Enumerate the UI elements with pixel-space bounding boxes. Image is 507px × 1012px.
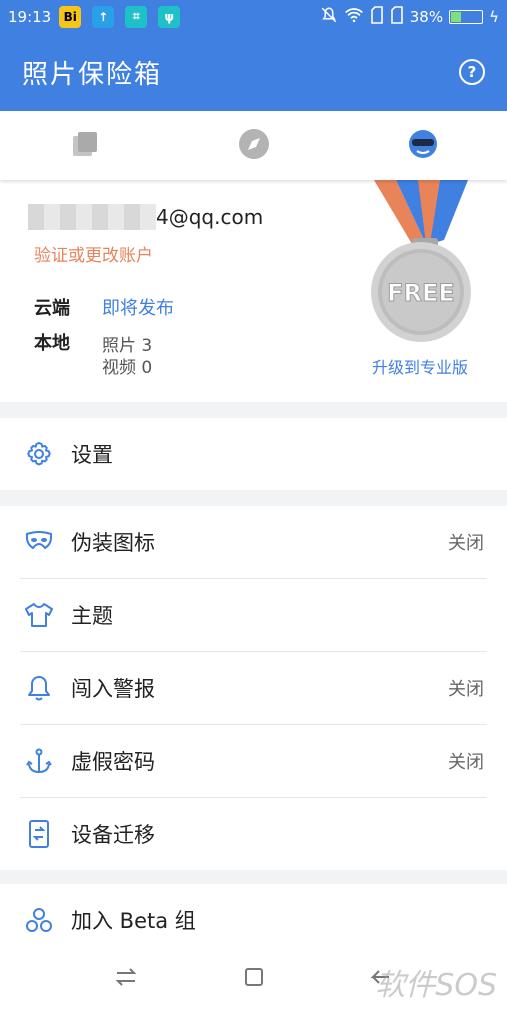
bell-icon xyxy=(24,673,54,703)
bilibili-app-icon: Bi xyxy=(59,5,82,28)
anchor-icon xyxy=(24,746,54,776)
email-redacted xyxy=(28,204,156,230)
upload-arrow-icon: ↑ xyxy=(92,5,115,28)
section-gap xyxy=(0,870,507,884)
home-icon[interactable] xyxy=(243,966,265,992)
watermark: 软件SOS xyxy=(375,968,497,1003)
menu-intrusion-status: 关闭 xyxy=(448,679,484,700)
status-bar: 19:13 Bi ↑ ⌗ ψ 38% ϟ xyxy=(0,0,507,33)
usb-icon: ψ xyxy=(158,5,181,28)
menu-disguise-status: 关闭 xyxy=(448,533,484,554)
menu-settings-label: 设置 xyxy=(71,443,113,467)
tshirt-icon xyxy=(24,600,54,630)
menu-theme-label: 主题 xyxy=(71,604,113,628)
phone-transfer-icon xyxy=(24,819,54,849)
cloud-label: 云端 xyxy=(34,298,70,319)
menu-intrusion-alert[interactable]: 闯入警报 关闭 xyxy=(0,652,507,724)
upgrade-pro-link[interactable]: 升级到专业版 xyxy=(372,354,468,378)
menu-settings[interactable]: 设置 xyxy=(0,418,507,490)
battery-icon xyxy=(449,9,484,24)
menu-decoy-password[interactable]: 虚假密码 关闭 xyxy=(0,725,507,797)
email-row: 4@qq.com xyxy=(28,204,263,230)
menu-disguise-icon[interactable]: 伪装图标 关闭 xyxy=(0,506,507,578)
gear-icon xyxy=(24,439,54,469)
account-section: 4@qq.com 验证或更改账户 云端 即将发布 本地 照片 3 视频 0 FR… xyxy=(0,180,507,402)
app-title: 照片保险箱 xyxy=(22,59,163,90)
community-icon xyxy=(24,905,54,935)
tab-photos[interactable] xyxy=(0,111,169,180)
local-videos-count: 视频 0 xyxy=(102,358,153,378)
menu-theme[interactable]: 主题 xyxy=(0,579,507,651)
tab-profile[interactable] xyxy=(338,111,507,180)
sim2-icon xyxy=(390,5,404,28)
section-gap xyxy=(0,402,507,418)
tab-explore[interactable] xyxy=(169,111,338,180)
free-medal[interactable]: FREE xyxy=(368,180,478,350)
cloud-value: 即将发布 xyxy=(102,298,174,319)
menu-decoy-status: 关闭 xyxy=(448,752,484,773)
medal-text: FREE xyxy=(387,279,455,307)
help-icon[interactable]: ? xyxy=(459,59,485,85)
menu-decoy-label: 虚假密码 xyxy=(71,750,155,774)
system-nav-bar: 软件SOS xyxy=(0,946,507,1012)
profile-spy-icon xyxy=(407,128,439,164)
sim1-icon xyxy=(370,5,384,28)
section-gap xyxy=(0,490,507,506)
email-text: 4@qq.com xyxy=(156,205,264,229)
local-label: 本地 xyxy=(34,333,70,354)
status-time: 19:13 xyxy=(8,7,52,26)
battery-percent: 38% xyxy=(409,7,444,26)
switch-apps-icon[interactable] xyxy=(114,966,138,992)
mute-bell-icon xyxy=(320,6,338,28)
menu-beta-label: 加入 Beta 组 xyxy=(71,909,196,933)
compass-icon xyxy=(238,128,270,164)
wifi-icon xyxy=(344,7,364,27)
charging-icon: ϟ xyxy=(489,7,499,26)
mask-icon xyxy=(24,527,54,557)
menu-migrate-label: 设备迁移 xyxy=(71,823,155,847)
verify-account-link[interactable]: 验证或更改账户 xyxy=(34,241,153,266)
scan-icon: ⌗ xyxy=(125,5,148,28)
app-bar: 照片保险箱 ? xyxy=(0,33,507,111)
menu-disguise-label: 伪装图标 xyxy=(71,531,155,555)
tab-bar xyxy=(0,111,507,180)
menu-intrusion-label: 闯入警报 xyxy=(71,677,155,701)
menu-device-migration[interactable]: 设备迁移 xyxy=(0,798,507,870)
photos-stack-icon xyxy=(70,129,100,163)
